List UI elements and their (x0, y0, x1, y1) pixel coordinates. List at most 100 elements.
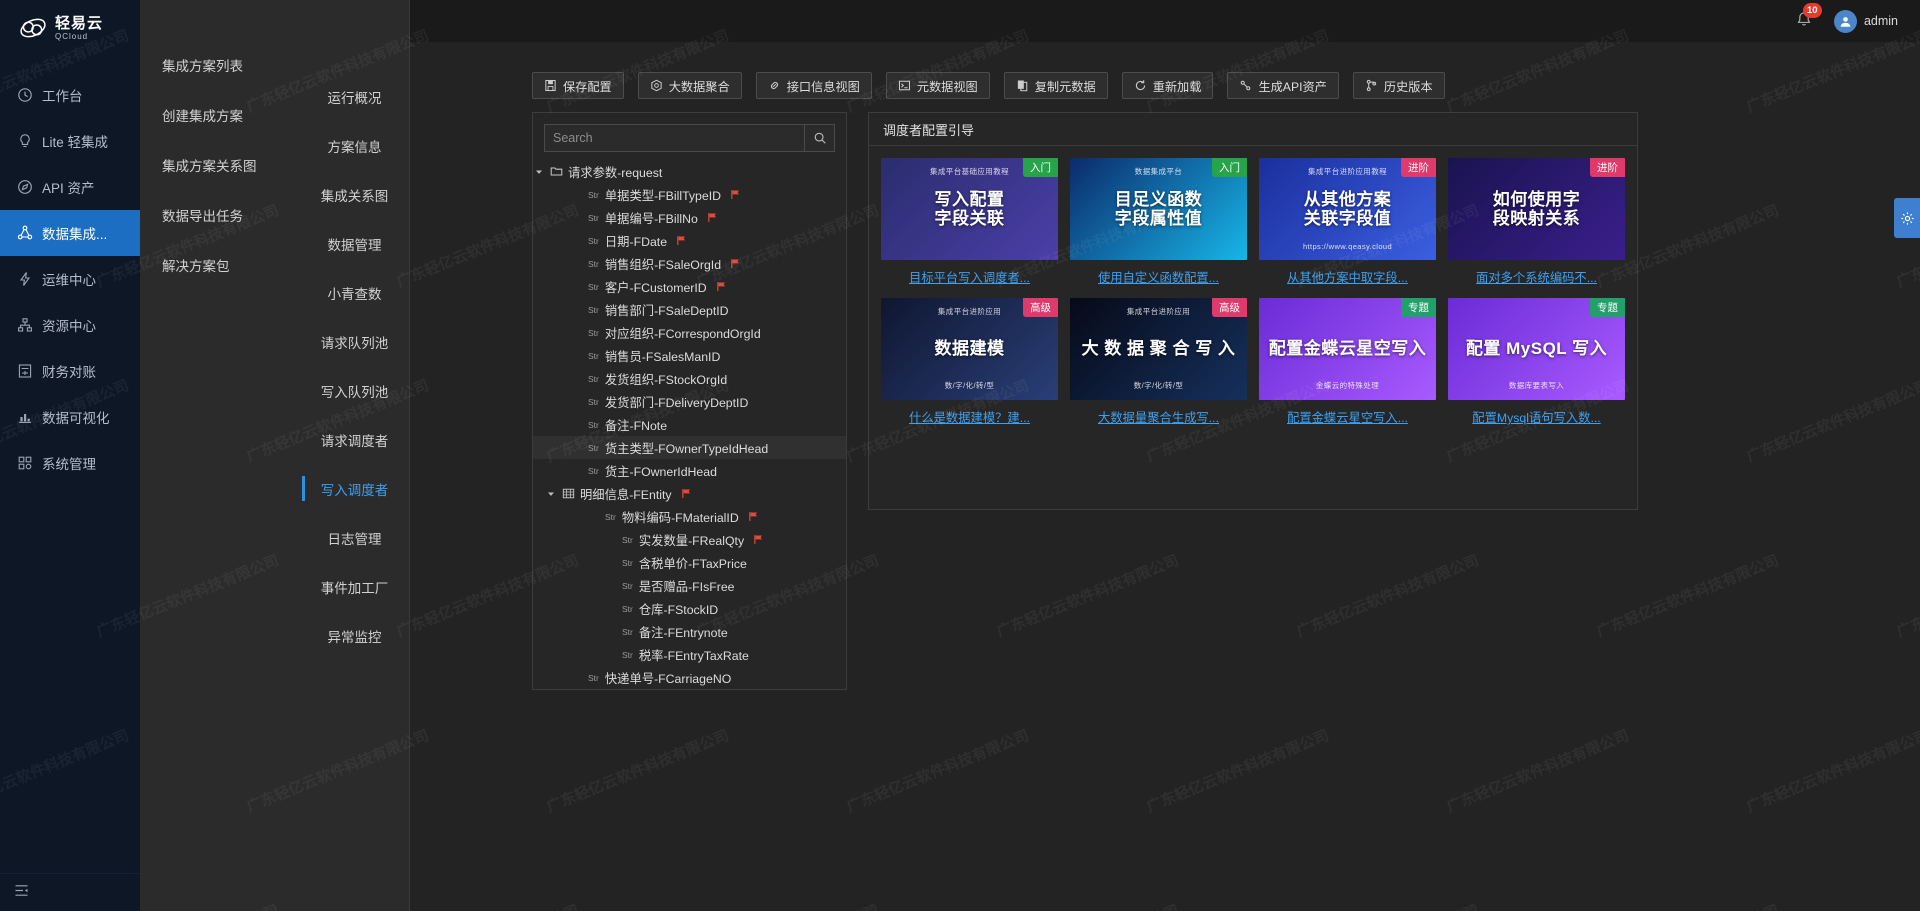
col3-item-exception-monitor[interactable]: 异常监控 (300, 611, 409, 660)
sidebar-item-resource[interactable]: 资源中心 (0, 302, 140, 348)
guide-card[interactable]: 集成平台基础应用教程写入配置字段关联入门目标平台写入调度者... (881, 158, 1058, 286)
col3-item-scheme-info[interactable]: 方案信息 (300, 121, 409, 170)
big-data-aggregate-button[interactable]: 大数据聚合 (638, 72, 742, 99)
guide-card[interactable]: 数据集成平台目足义函数字段属性值入门使用自定义函数配置... (1070, 158, 1247, 286)
guide-card[interactable]: 集成平台进阶应用大 数 据 聚 合 写 入数/字/化/转/型高级大数据量聚合生成… (1070, 298, 1247, 426)
sidebar-item-lite[interactable]: Lite 轻集成 (0, 118, 140, 164)
col3-item-event-factory[interactable]: 事件加工厂 (300, 562, 409, 611)
tree-node[interactable]: Str日期-FDate (533, 229, 846, 252)
tree-node[interactable]: Str货主-FOwnerIdHead (533, 459, 846, 482)
tree-node[interactable]: 请求参数-request (533, 160, 846, 183)
notifications-button[interactable]: 10 (1794, 10, 1816, 32)
card-thumbnail: 配置 MySQL 写入数据库要表写入专题 (1448, 298, 1625, 400)
col3-item-write-queue[interactable]: 写入队列池 (300, 366, 409, 415)
col3-item-request-scheduler[interactable]: 请求调度者 (300, 415, 409, 464)
col3-item-write-scheduler[interactable]: 写入调度者 (300, 464, 409, 513)
tertiary-nav-column: 运行概况 方案信息 集成关系图 数据管理 小青查数 请求队列池 写入队列池 请求… (300, 0, 410, 911)
metadata-view-button[interactable]: 元数据视图 (886, 72, 990, 99)
tree-node[interactable]: Str是否赠品-FIsFree (533, 574, 846, 597)
chevron-down-icon (546, 489, 556, 499)
tree-node[interactable]: Str备注-FNote (533, 413, 846, 436)
card-caption[interactable]: 配置金蝶云星空写入... (1259, 408, 1436, 426)
tree-node-label: 含税单价-FTaxPrice (639, 554, 747, 572)
col2-item-label: 集成方案列表 (162, 55, 243, 75)
reload-button[interactable]: 重新加载 (1122, 72, 1214, 99)
guide-card[interactable]: 配置金蝶云星空写入金蝶云的特殊处理专题配置金蝶云星空写入... (1259, 298, 1436, 426)
sidebar-item-ops[interactable]: 运维中心 (0, 256, 140, 302)
generate-api-asset-button[interactable]: 生成API资产 (1227, 72, 1338, 99)
flag-icon (716, 281, 727, 292)
tree-node[interactable]: Str发货部门-FDeliveryDeptID (533, 390, 846, 413)
tree-node[interactable]: Str销售部门-FSaleDeptID (533, 298, 846, 321)
col3-item-data-management[interactable]: 数据管理 (300, 219, 409, 268)
user-menu[interactable]: admin (1834, 10, 1898, 33)
sidebar-item-system[interactable]: 系统管理 (0, 440, 140, 486)
settings-side-tab[interactable] (1894, 198, 1920, 238)
card-thumbnail: 数据集成平台目足义函数字段属性值入门 (1070, 158, 1247, 260)
brand-logo-area[interactable]: 轻易云 QCloud (0, 0, 140, 56)
tree-caret[interactable] (533, 167, 545, 177)
card-caption[interactable]: 配置Mysql语句写入数... (1448, 408, 1625, 426)
tree-node[interactable]: Str物料编码-FMaterialID (533, 505, 846, 528)
tree-node-type: Str (588, 443, 599, 453)
tree-caret[interactable] (545, 489, 557, 499)
col3-item-run-overview[interactable]: 运行概况 (300, 72, 409, 121)
col2-item-solution-package[interactable]: 解决方案包 (140, 240, 300, 290)
tree-node[interactable]: Str发货组织-FStockOrgId (533, 367, 846, 390)
sidebar-item-workbench[interactable]: 工作台 (0, 72, 140, 118)
card-thumbnail: 集成平台基础应用教程写入配置字段关联入门 (881, 158, 1058, 260)
card-caption[interactable]: 大数据量聚合生成写... (1070, 408, 1247, 426)
sidebar-item-visualization[interactable]: 数据可视化 (0, 394, 140, 440)
tree-node[interactable]: Str税率-FEntryTaxRate (533, 643, 846, 666)
card-thumbnail: 集成平台进阶应用教程从其他方案关联字段值https://www.qeasy.cl… (1259, 158, 1436, 260)
save-config-button[interactable]: 保存配置 (532, 72, 624, 99)
tree-node-label: 货主类型-FOwnerTypeIdHead (605, 439, 768, 457)
sidebar-item-data-integration[interactable]: 数据集成... (0, 210, 140, 256)
guide-card[interactable]: 配置 MySQL 写入数据库要表写入专题配置Mysql语句写入数... (1448, 298, 1625, 426)
sidebar-item-api[interactable]: API 资产 (0, 164, 140, 210)
tree-node[interactable]: Str客户-FCustomerID (533, 275, 846, 298)
card-caption[interactable]: 目标平台写入调度者... (881, 268, 1058, 286)
tree-node[interactable]: Str销售员-FSalesManID (533, 344, 846, 367)
col3-item-log-management[interactable]: 日志管理 (300, 513, 409, 562)
tree-node[interactable]: Str单据类型-FBillTypeID (533, 183, 846, 206)
card-caption[interactable]: 什么是数据建模？建... (881, 408, 1058, 426)
sidebar-collapse-button[interactable] (0, 873, 140, 911)
history-version-button[interactable]: 历史版本 (1353, 72, 1445, 99)
tree-node[interactable]: Str含税单价-FTaxPrice (533, 551, 846, 574)
card-thumb-title: 配置 MySQL 写入 (1460, 339, 1613, 358)
tree-node[interactable]: Str对应组织-FCorrespondOrgId (533, 321, 846, 344)
card-caption[interactable]: 面对多个系统编码不... (1448, 268, 1625, 286)
tree-node[interactable]: Str实发数量-FRealQty (533, 528, 846, 551)
interface-info-view-button[interactable]: 接口信息视图 (756, 72, 872, 99)
sidebar-item-finance[interactable]: 财务对账 (0, 348, 140, 394)
card-caption[interactable]: 使用自定义函数配置... (1070, 268, 1247, 286)
folder-icon (550, 165, 563, 178)
guide-card[interactable]: 集成平台进阶应用数据建模数/字/化/转/型高级什么是数据建模？建... (881, 298, 1058, 426)
tree-node[interactable]: Str销售订单号-F USTY XSDDH (533, 689, 846, 690)
tree-node[interactable]: Str单据编号-FBillNo (533, 206, 846, 229)
card-caption[interactable]: 从其他方案中取字段... (1259, 268, 1436, 286)
search-input[interactable] (545, 125, 804, 151)
col3-item-query[interactable]: 小青查数 (300, 268, 409, 317)
tree-node[interactable]: Str备注-FEntrynote (533, 620, 846, 643)
col2-item-scheme-list[interactable]: 集成方案列表 (140, 40, 300, 90)
button-label: 保存配置 (563, 77, 612, 95)
tree-node[interactable]: Str销售组织-FSaleOrgId (533, 252, 846, 275)
copy-metadata-button[interactable]: 复制元数据 (1004, 72, 1108, 99)
card-level-badge: 进阶 (1401, 158, 1436, 177)
save-icon (544, 79, 557, 92)
search-button[interactable] (804, 125, 834, 151)
tree-node[interactable]: 明细信息-FEntity (533, 482, 846, 505)
tree-node[interactable]: Str快递单号-FCarriageNO (533, 666, 846, 689)
tree-node-label: 仓库-FStockID (639, 600, 718, 618)
guide-card[interactable]: 集成平台进阶应用教程从其他方案关联字段值https://www.qeasy.cl… (1259, 158, 1436, 286)
col3-item-request-queue[interactable]: 请求队列池 (300, 317, 409, 366)
col2-item-export-task[interactable]: 数据导出任务 (140, 190, 300, 240)
col2-item-create-scheme[interactable]: 创建集成方案 (140, 90, 300, 140)
tree-node[interactable]: Str仓库-FStockID (533, 597, 846, 620)
guide-card[interactable]: 如何使用字段映射关系进阶面对多个系统编码不... (1448, 158, 1625, 286)
col2-item-scheme-graph[interactable]: 集成方案关系图 (140, 140, 300, 190)
tree-node[interactable]: Str 货主类型-FOwnerTypeIdHead (533, 436, 846, 459)
col3-item-relation-graph[interactable]: 集成关系图 (300, 170, 409, 219)
